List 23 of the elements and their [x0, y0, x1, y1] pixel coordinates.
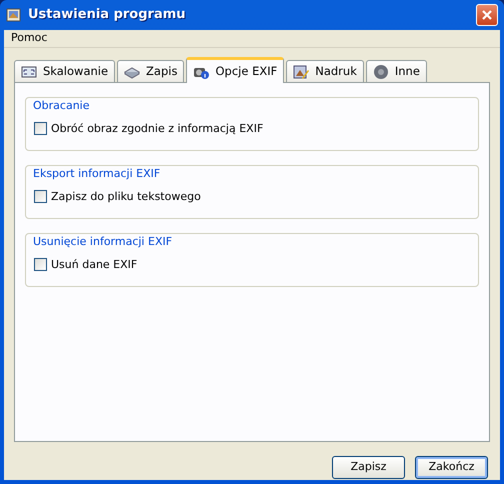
tab[interactable]: Opcje EXIF [186, 57, 284, 83]
app-icon [6, 7, 22, 23]
group-title: Usunięcie informacji EXIF [31, 234, 174, 250]
window-title: Ustawienia programu [28, 6, 186, 24]
close-icon [481, 9, 493, 21]
checkbox[interactable] [34, 258, 47, 272]
checkbox-label[interactable]: Usuń dane EXIF [51, 256, 138, 273]
screen-icon [21, 64, 37, 80]
menu-item[interactable]: Pomoc [8, 30, 50, 47]
tab[interactable]: Nadruk [286, 60, 364, 82]
dialog-button[interactable]: Zapisz [332, 456, 405, 479]
group-title: Eksport informacji EXIF [31, 166, 162, 182]
picture-pen-icon [293, 64, 310, 80]
tab[interactable]: Inne [366, 60, 427, 82]
checkbox[interactable] [34, 190, 47, 204]
tab[interactable]: Zapis [117, 60, 184, 82]
close-button[interactable] [476, 4, 498, 26]
checkbox-label[interactable]: Obróć obraz zgodnie z informacją EXIF [51, 120, 264, 137]
gear-icon [372, 64, 389, 80]
checkbox-label[interactable]: Zapisz do pliku tekstowego [51, 188, 201, 205]
tab[interactable]: Skalowanie [14, 60, 116, 82]
dialog-button[interactable]: Zakończ [415, 456, 488, 479]
checkbox[interactable] [34, 122, 47, 136]
